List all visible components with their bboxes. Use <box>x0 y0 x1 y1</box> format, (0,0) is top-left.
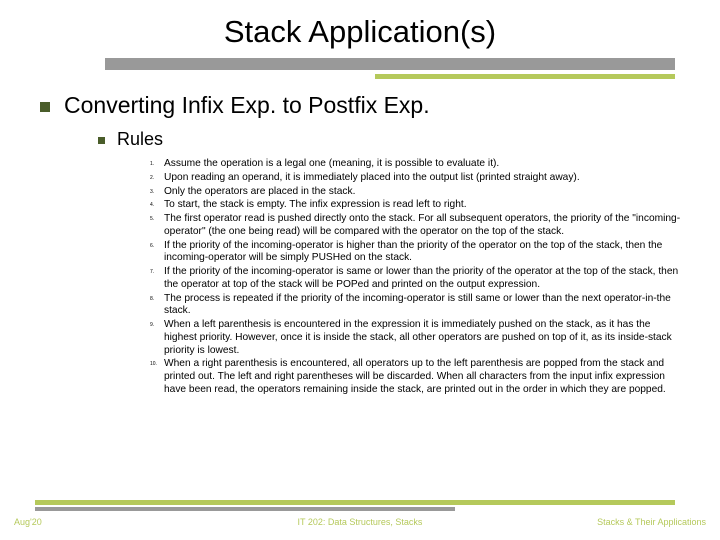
rule-number: 2. <box>140 172 164 181</box>
rule-number: 9. <box>140 319 164 328</box>
rule-number: 8. <box>140 293 164 302</box>
heading-level1: Converting Infix Exp. to Postfix Exp. <box>40 92 430 119</box>
bullet-icon <box>98 137 105 144</box>
deco-bar-gray-bottom <box>35 507 455 511</box>
rule-item: 4.To start, the stack is empty. The infi… <box>140 199 682 212</box>
heading-level2: Rules <box>98 129 163 150</box>
rule-number: 10. <box>140 358 164 367</box>
rule-number: 3. <box>140 186 164 195</box>
bullet-icon <box>40 102 50 112</box>
rule-item: 3.Only the operators are placed in the s… <box>140 186 682 199</box>
rule-text: If the priority of the incoming-operator… <box>164 240 682 266</box>
rule-text: If the priority of the incoming-operator… <box>164 266 682 292</box>
rule-item: 2.Upon reading an operand, it is immedia… <box>140 172 682 185</box>
rule-item: 1.Assume the operation is a legal one (m… <box>140 158 682 171</box>
rule-item: 7.If the priority of the incoming-operat… <box>140 266 682 292</box>
heading-level2-text: Rules <box>117 129 163 149</box>
rule-text: Upon reading an operand, it is immediate… <box>164 172 682 185</box>
deco-bar-gray-top <box>105 58 675 70</box>
rule-number: 6. <box>140 240 164 249</box>
rule-item: 6.If the priority of the incoming-operat… <box>140 240 682 266</box>
heading-level1-text: Converting Infix Exp. to Postfix Exp. <box>64 92 430 118</box>
rule-number: 7. <box>140 266 164 275</box>
footer-right: Stacks & Their Applications <box>597 517 706 527</box>
rule-number: 5. <box>140 213 164 222</box>
rule-item: 10.When a right parenthesis is encounter… <box>140 358 682 396</box>
rule-text: The first operator read is pushed direct… <box>164 213 682 239</box>
slide: Stack Application(s) Converting Infix Ex… <box>0 0 720 540</box>
rule-number: 1. <box>140 158 164 167</box>
deco-bar-green-bottom <box>35 500 675 505</box>
rule-item: 9.When a left parenthesis is encountered… <box>140 319 682 357</box>
rule-text: The process is repeated if the priority … <box>164 293 682 319</box>
rule-text: Assume the operation is a legal one (mea… <box>164 158 682 171</box>
slide-title: Stack Application(s) <box>0 14 720 50</box>
rule-text: When a right parenthesis is encountered,… <box>164 358 682 396</box>
rule-text: To start, the stack is empty. The infix … <box>164 199 682 212</box>
rule-text: When a left parenthesis is encountered i… <box>164 319 682 357</box>
rule-item: 8.The process is repeated if the priorit… <box>140 293 682 319</box>
rules-list: 1.Assume the operation is a legal one (m… <box>140 158 682 398</box>
rule-item: 5.The first operator read is pushed dire… <box>140 213 682 239</box>
rule-number: 4. <box>140 199 164 208</box>
rule-text: Only the operators are placed in the sta… <box>164 186 682 199</box>
deco-bar-green-top <box>375 74 675 79</box>
